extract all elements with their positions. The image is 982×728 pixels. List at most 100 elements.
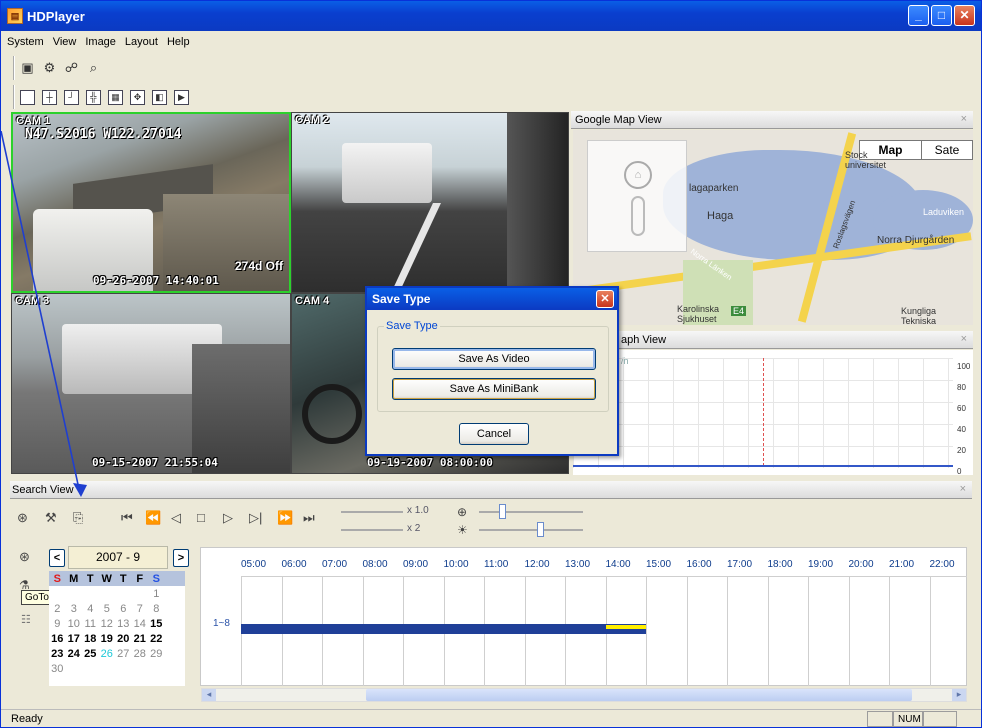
cancel-button[interactable]: Cancel [459,423,529,445]
dialog-close-button[interactable]: ✕ [596,290,614,308]
graph-view-close-icon[interactable]: × [961,333,967,345]
tools-icon[interactable]: ⚒ [45,510,57,526]
calendar-day[interactable]: 5 [99,603,116,615]
calendar-day[interactable]: 24 [66,648,83,660]
calendar-week-row: 1 [49,586,185,601]
map-nav-control[interactable]: ⌂ [587,140,687,252]
calendar-day[interactable]: 12 [99,618,116,630]
fast-rewind-icon[interactable]: ⏪ [145,510,161,526]
brightness-slider[interactable] [479,529,583,531]
calendar-day[interactable]: 1 [148,588,165,600]
calendar-day[interactable]: 28 [132,648,149,660]
channel-search-icon[interactable]: ⊛ [19,549,30,565]
save-as-minibank-button[interactable]: Save As MiniBank [392,378,596,400]
event-marker[interactable] [605,625,646,629]
menu-help[interactable]: Help [167,36,190,48]
close-button[interactable]: ✕ [954,5,975,26]
next-page-icon[interactable]: ▶ [172,88,191,107]
calendar-day[interactable]: 2 [49,603,66,615]
zoom-slider[interactable] [631,196,645,236]
calendar-day[interactable]: 15 [148,618,165,630]
calendar-day[interactable]: 22 [148,633,165,645]
calendar-day[interactable]: 16 [49,633,66,645]
camera-timestamp: 09-19-2007 08:00:00 [367,456,493,469]
play-icon[interactable]: ▷ [223,510,233,526]
graph-view-title: aph View [621,334,667,346]
menu-layout[interactable]: Layout [125,36,158,48]
search-device-icon[interactable]: ⌕ [84,59,103,78]
calendar-day[interactable]: 7 [132,603,149,615]
timeline-scrollbar[interactable]: ◂ ▸ [201,688,967,702]
list-icon[interactable]: ☷ [21,613,31,626]
menu-image[interactable]: Image [85,36,116,48]
zoom-slider-thumb[interactable] [499,504,506,519]
layout-4-icon[interactable]: ┼ [40,88,59,107]
hour-label: 08:00 [362,559,388,570]
camera-panel-2[interactable]: CAM 2 [291,112,569,293]
calendar-day[interactable]: 17 [66,633,83,645]
settings-icon[interactable]: ⚙ [40,59,59,78]
calendar-day[interactable]: 6 [115,603,132,615]
step-back-icon[interactable]: ◁ [171,510,181,526]
pan-control-icon[interactable]: ⌂ [624,161,652,189]
scroll-left-icon[interactable]: ◂ [202,689,216,701]
calendar-day[interactable]: 26 [99,648,116,660]
scroll-right-icon[interactable]: ▸ [952,689,966,701]
map-view-close-icon[interactable]: × [961,113,967,125]
speed-slider-1[interactable] [341,511,403,513]
calendar-day[interactable]: 3 [66,603,83,615]
maximize-button[interactable]: □ [931,5,952,26]
layout-6-icon[interactable]: ┘ [62,88,81,107]
calendar-day[interactable]: 10 [66,618,83,630]
menu-system[interactable]: System [7,36,44,48]
weekday-label: W [101,572,112,585]
calendar-day[interactable]: 30 [49,663,66,675]
map-place-label: Kungliga Tekniska [901,306,937,325]
minimize-button[interactable]: _ [908,5,929,26]
open-file-icon[interactable]: ▣ [18,59,37,78]
search-icon[interactable]: ⊛ [17,510,28,526]
recording-bar[interactable] [241,624,646,634]
brightness-slider-thumb[interactable] [537,522,544,537]
step-forward-icon[interactable]: ▷| [249,510,262,526]
layout-16-icon[interactable]: ▦ [106,88,125,107]
calendar-weekday-row: S M T W T F S [49,571,185,586]
map-type-satellite-button[interactable]: Sate [922,141,972,159]
timeline[interactable]: 05:00 06:00 07:00 08:00 09:00 10:00 11:00 12:00… [200,547,967,686]
calendar-day[interactable]: 14 [132,618,149,630]
calendar-day[interactable]: 29 [148,648,165,660]
scroll-thumb[interactable] [366,689,912,701]
network-icon[interactable]: ☍ [62,59,81,78]
calendar-day[interactable]: 11 [82,618,99,630]
calendar-day[interactable]: 8 [148,603,165,615]
calendar-day[interactable]: 21 [132,633,149,645]
calendar-day[interactable]: 25 [82,648,99,660]
next-month-button[interactable]: > [173,549,189,567]
stop-icon[interactable]: □ [197,510,205,525]
prev-page-icon[interactable]: ◧ [150,88,169,107]
save-as-video-button[interactable]: Save As Video [392,348,596,370]
prev-month-button[interactable]: < [49,549,65,567]
last-frame-icon[interactable]: ⏭ [303,510,315,526]
calendar-day[interactable]: 13 [115,618,132,630]
fast-forward-icon[interactable]: ⏩ [277,510,293,526]
title-bar[interactable]: ▤ HDPlayer _ □ ✕ [1,1,981,31]
calendar-day[interactable]: 27 [115,648,132,660]
speed-slider-2[interactable] [341,529,403,531]
calendar-day[interactable]: 4 [82,603,99,615]
hour-label: 16:00 [686,559,712,570]
layout-1-icon[interactable] [18,88,37,107]
calendar-day[interactable]: 20 [115,633,132,645]
search-view-close-icon[interactable]: × [960,483,966,495]
map-canvas[interactable]: ⌂ Map Sate Stock universitet lagaparken … [573,130,973,325]
layout-9-icon[interactable]: ╬ [84,88,103,107]
calendar-day[interactable]: 19 [99,633,116,645]
first-frame-icon[interactable]: ⏮ [121,510,133,526]
menu-view[interactable]: View [53,36,77,48]
calendar-day[interactable]: 9 [49,618,66,630]
fullscreen-icon[interactable]: ✥ [128,88,147,107]
export-icon[interactable]: ⎘ [73,510,83,526]
calendar-day[interactable]: 18 [82,633,99,645]
calendar-day[interactable]: 23 [49,648,66,660]
zoom-slider[interactable] [479,511,583,513]
